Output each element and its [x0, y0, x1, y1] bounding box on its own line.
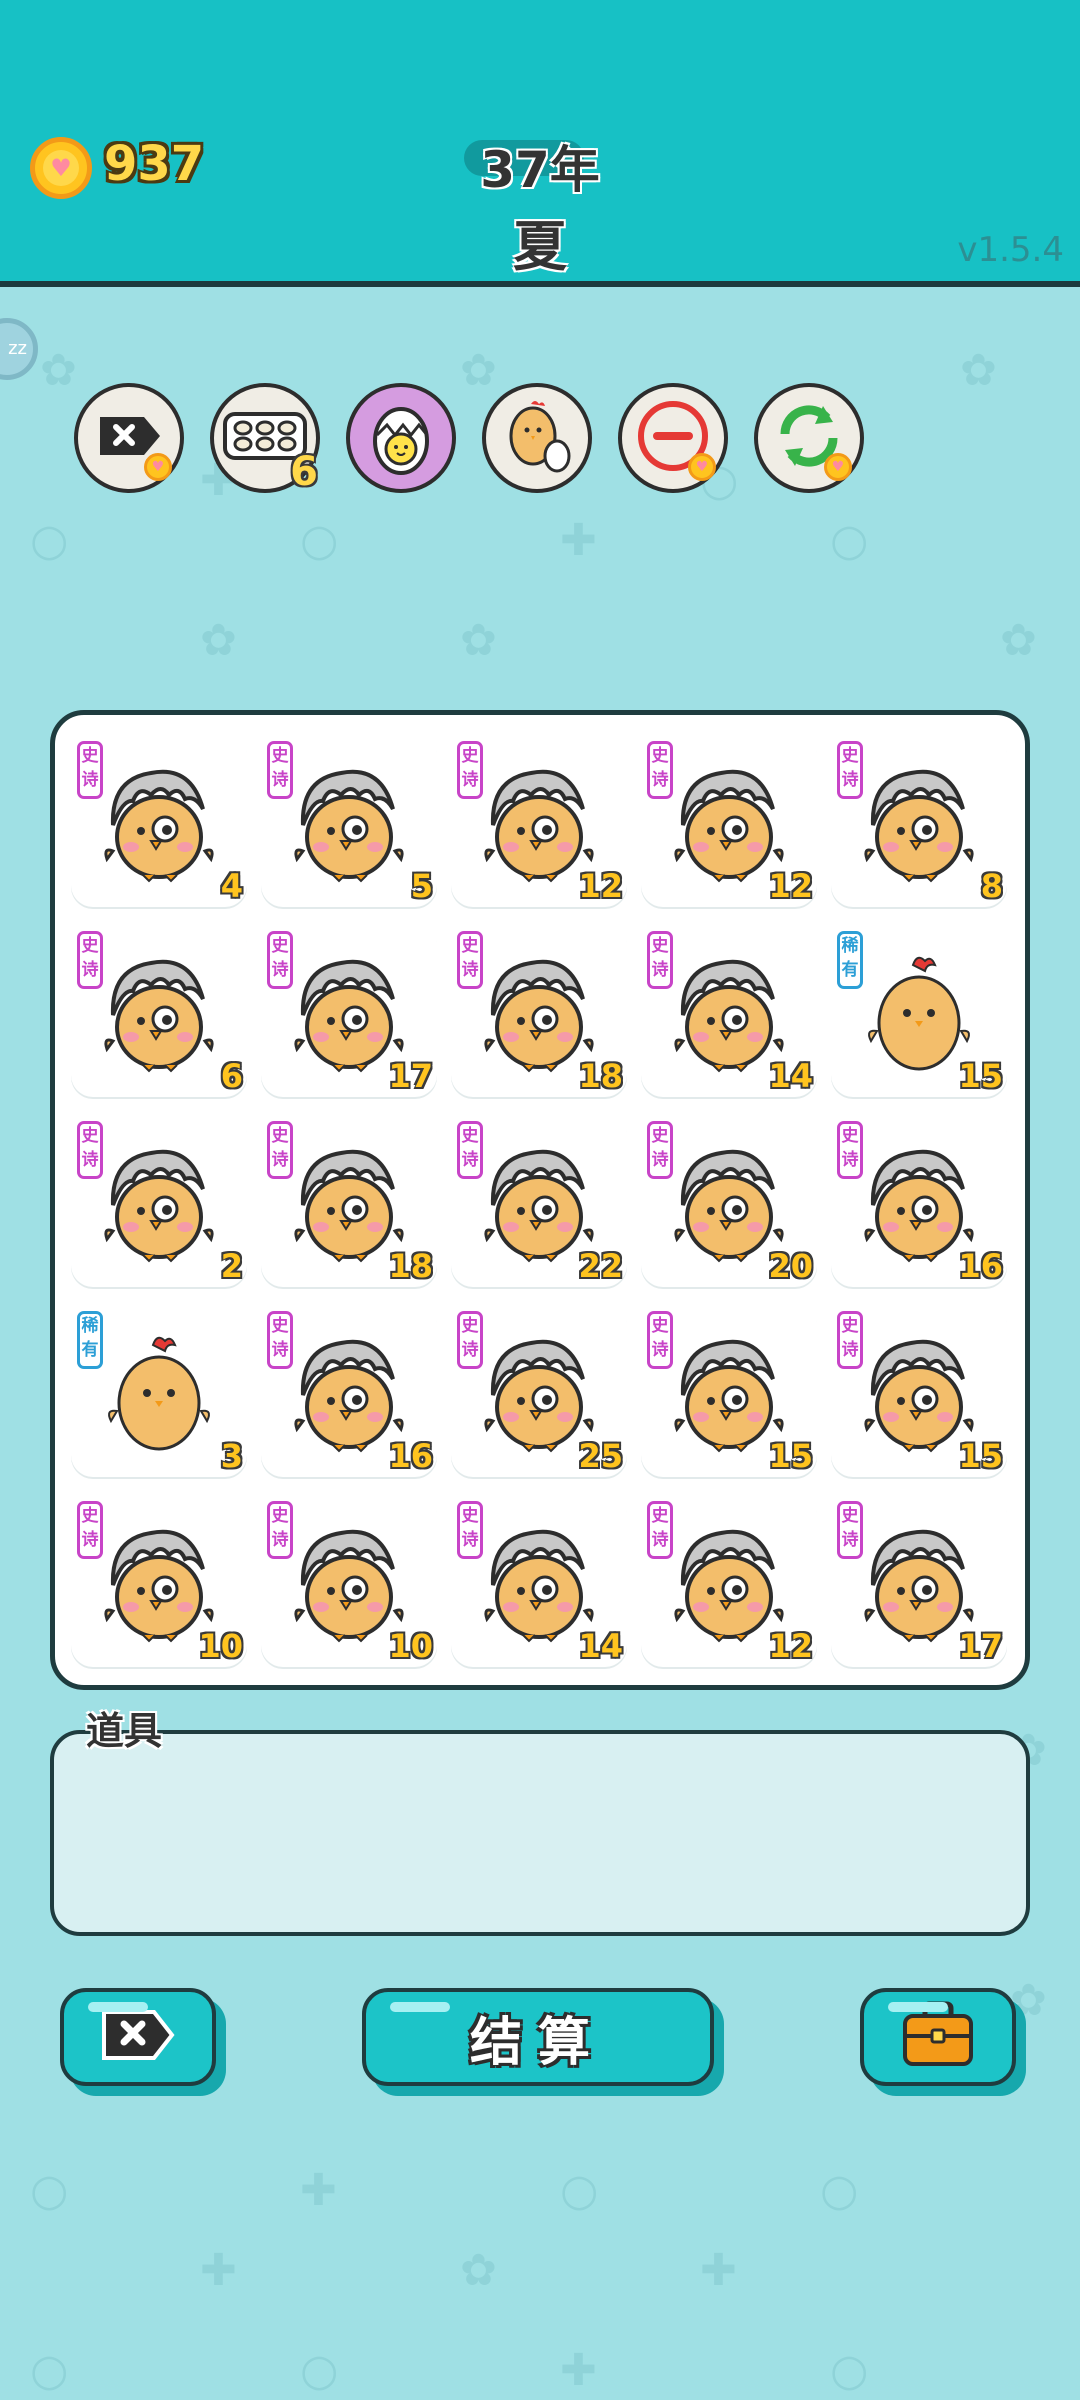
chicken-value: 14	[578, 1627, 623, 1665]
tools-label: 道具	[86, 1709, 163, 1753]
chicken-value: 3	[220, 1437, 243, 1475]
chicken-value: 5	[410, 867, 433, 905]
discard-powerup-button[interactable]: ♥	[74, 383, 184, 493]
chicken-value: 25	[578, 1437, 623, 1475]
chick-with-egg-icon	[501, 396, 573, 480]
chicken-value: 18	[578, 1057, 623, 1095]
chicken-value: 14	[768, 1057, 813, 1095]
heart-badge-icon: ♥	[824, 453, 852, 481]
hatch-powerup-button[interactable]	[346, 383, 456, 493]
chicken-value: 15	[768, 1437, 813, 1475]
grid-cell[interactable]: 史诗 17	[261, 921, 437, 1097]
year-label: 37年	[480, 141, 600, 199]
grid-cell[interactable]: 史诗 15	[831, 1301, 1007, 1477]
chicken-value: 18	[388, 1247, 433, 1285]
grid-cell[interactable]: 史诗 12	[641, 1491, 817, 1667]
grid-cell[interactable]: 史诗8	[831, 731, 1007, 907]
grid-cell[interactable]: 史诗6	[71, 921, 247, 1097]
grid-cell[interactable]: 史诗 10	[261, 1491, 437, 1667]
chicken-value: 17	[958, 1627, 1003, 1665]
heart-badge-icon: ♥	[688, 453, 716, 481]
grid-cell[interactable]: 稀有3	[71, 1301, 247, 1477]
grid-cell[interactable]: 史诗 10	[71, 1491, 247, 1667]
season-label: 夏	[513, 215, 567, 278]
chicken-value: 16	[958, 1247, 1003, 1285]
grid-cell[interactable]: 史诗 17	[831, 1491, 1007, 1667]
grid-cell[interactable]: 史诗 18	[451, 921, 627, 1097]
coin-count: 937	[104, 136, 205, 192]
minus-powerup-button[interactable]: ♥	[618, 383, 728, 493]
grid-cell[interactable]: 史诗 15	[641, 1301, 817, 1477]
hatching-egg-icon	[369, 395, 433, 481]
side-menu-tab[interactable]: zz	[0, 318, 38, 380]
chicken-value: 22	[578, 1247, 623, 1285]
chicken-value: 17	[388, 1057, 433, 1095]
egg-tray-powerup-button[interactable]: 6	[210, 383, 320, 495]
settle-button-label: 结算	[469, 2012, 606, 2073]
chicken-value: 6	[220, 1057, 243, 1095]
header-divider	[0, 281, 1080, 287]
chicken-grid: 史诗 4 史诗 5 史诗 12 史诗 12 史诗 8 史诗 6 史诗 17 史诗 18 史诗 14 稀有 15 史诗 2 史…	[50, 710, 1030, 1690]
chicken-value: 20	[768, 1247, 813, 1285]
button-shine	[88, 2002, 148, 2012]
grid-cell[interactable]: 史诗 12	[641, 731, 817, 907]
grid-cell[interactable]: 史诗 25	[451, 1301, 627, 1477]
grid-cell[interactable]: 史诗5	[261, 731, 437, 907]
chicken-value: 10	[388, 1627, 433, 1665]
grid-cell[interactable]: 史诗 12	[451, 731, 627, 907]
egg-tray-count: 6	[290, 449, 318, 495]
chicken-value: 15	[958, 1437, 1003, 1475]
chicken-value: 2	[220, 1247, 243, 1285]
chicken-value: 10	[198, 1627, 243, 1665]
grid-cell[interactable]: 史诗4	[71, 731, 247, 907]
tools-panel	[50, 1730, 1030, 1936]
grid-cell[interactable]: 史诗 22	[451, 1111, 627, 1287]
chicken-value: 16	[388, 1437, 433, 1475]
coin-icon: ♥	[30, 137, 92, 199]
grid-cell[interactable]: 史诗2	[71, 1111, 247, 1287]
chicken-value: 4	[220, 867, 243, 905]
grid-cell[interactable]: 史诗 16	[261, 1301, 437, 1477]
refresh-powerup-button[interactable]: ♥	[754, 383, 864, 493]
chicken-value: 12	[578, 867, 623, 905]
bag-button[interactable]	[860, 1988, 1016, 2086]
grid-cell[interactable]: 史诗 14	[641, 921, 817, 1097]
discard-card-icon	[98, 2006, 178, 2068]
grid-cell[interactable]: 稀有 15	[831, 921, 1007, 1097]
grid-cell[interactable]: 史诗 18	[261, 1111, 437, 1287]
chicken-value: 15	[958, 1057, 1003, 1095]
version-label: v1.5.4	[957, 230, 1064, 270]
heart-badge-icon: ♥	[144, 453, 172, 481]
button-shine	[390, 2002, 450, 2012]
chicken-value: 12	[768, 867, 813, 905]
discard-button[interactable]	[60, 1988, 216, 2086]
chicken-value: 12	[768, 1627, 813, 1665]
grid-cell[interactable]: 史诗 16	[831, 1111, 1007, 1287]
grid-cell[interactable]: 史诗 20	[641, 1111, 817, 1287]
grid-cell[interactable]: 史诗 14	[451, 1491, 627, 1667]
settle-button[interactable]: 结算	[362, 1988, 714, 2086]
button-shine	[888, 2002, 948, 2012]
chicken-value: 8	[980, 867, 1003, 905]
lay-egg-powerup-button[interactable]	[482, 383, 592, 493]
